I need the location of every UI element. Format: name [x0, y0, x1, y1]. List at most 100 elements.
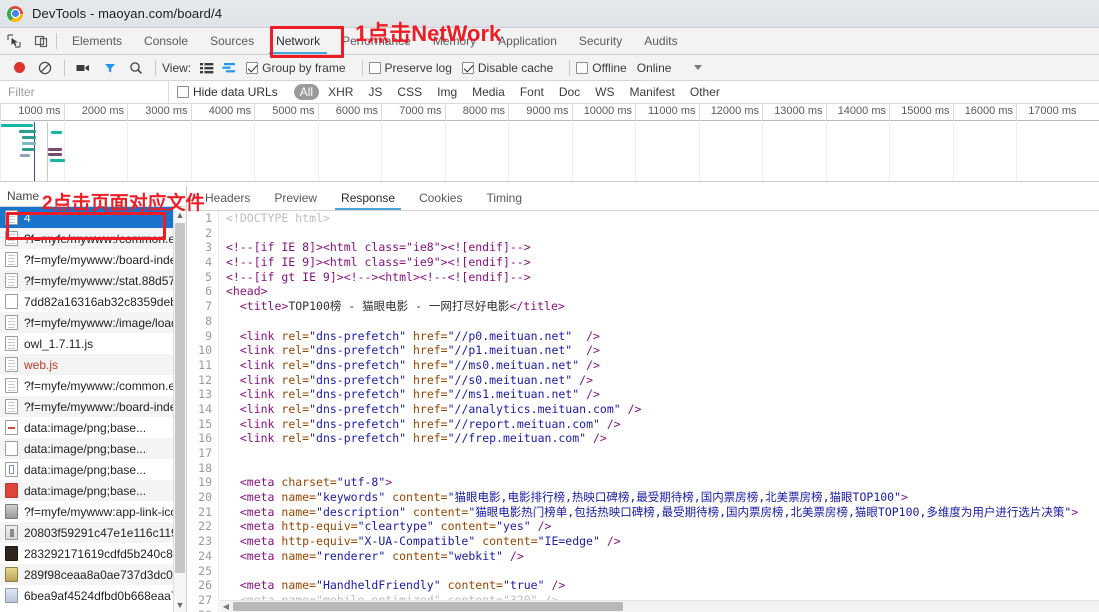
- scroll-left-arrow-icon[interactable]: ◀: [220, 602, 232, 611]
- request-row[interactable]: ?f=myfe/mywww:/common.ef.: [0, 228, 186, 249]
- code-line: 3 <!--[if IE 8]><html class="ie8"><![endi…: [187, 240, 1099, 256]
- offline-checkbox[interactable]: Offline: [576, 61, 627, 75]
- type-filter-css[interactable]: CSS: [391, 84, 428, 100]
- request-row[interactable]: data:image/png;base...: [0, 438, 186, 459]
- request-row[interactable]: data:image/png;base...: [0, 417, 186, 438]
- tab-console[interactable]: Console: [133, 28, 199, 54]
- tab-sources[interactable]: Sources: [199, 28, 265, 54]
- preserve-log-checkbox[interactable]: Preserve log: [368, 60, 452, 75]
- line-number: 22: [187, 519, 219, 535]
- detail-tab-timing[interactable]: Timing: [474, 186, 534, 210]
- type-filter-manifest[interactable]: Manifest: [624, 84, 681, 100]
- filter-bar: Hide data URLs AllXHRJSCSSImgMediaFontDo…: [0, 80, 1099, 104]
- code-token: href=: [412, 343, 448, 358]
- type-filter-all[interactable]: All: [293, 84, 320, 100]
- type-filter-doc[interactable]: Doc: [553, 84, 586, 100]
- tab-application[interactable]: Application: [487, 28, 568, 54]
- inspect-element-icon[interactable]: [0, 28, 27, 54]
- type-filter-media[interactable]: Media: [466, 84, 511, 100]
- request-row[interactable]: ?f=myfe/mywww:/image/load: [0, 312, 186, 333]
- response-horizontal-scrollbar[interactable]: ◀: [220, 600, 1099, 612]
- request-row[interactable]: 7dd82a16316ab32c8359debd.: [0, 291, 186, 312]
- tab-elements[interactable]: Elements: [61, 28, 133, 54]
- capture-screenshots-icon[interactable]: [71, 57, 97, 79]
- detail-tab-preview[interactable]: Preview: [262, 186, 329, 210]
- request-row[interactable]: web.js: [0, 354, 186, 375]
- code-line: 15 <link rel="dns-prefetch" href="//repo…: [187, 416, 1099, 432]
- code-token: <!--[if IE 9]>: [226, 255, 323, 270]
- line-number: 9: [187, 328, 219, 344]
- line-number: 12: [187, 372, 219, 388]
- request-row[interactable]: 20803f59291c47e1e116c1196.: [0, 522, 186, 543]
- chevron-down-icon[interactable]: [694, 65, 703, 70]
- code-line: 5 <!--[if gt IE 9]><!--><html><!--<![endi…: [187, 269, 1099, 285]
- request-row[interactable]: owl_1.7.11.js: [0, 333, 186, 354]
- tab-performance[interactable]: Performance: [331, 28, 422, 54]
- filter-input[interactable]: [0, 81, 168, 103]
- type-filter-xhr[interactable]: XHR: [322, 84, 359, 100]
- detail-tab-headers[interactable]: Headers: [193, 186, 262, 210]
- code-token: <html class="ie9">: [322, 255, 448, 270]
- tab-network[interactable]: Network: [265, 28, 331, 54]
- type-filter-ws[interactable]: WS: [589, 84, 620, 100]
- disable-cache-checkbox[interactable]: Disable cache: [461, 60, 554, 75]
- detail-tab-cookies[interactable]: Cookies: [407, 186, 474, 210]
- request-row[interactable]: ?f=myfe/mywww:app-link-ico.: [0, 501, 186, 522]
- disable-cache-label: Disable cache: [477, 60, 554, 75]
- hscrollbar-thumb[interactable]: [233, 602, 623, 611]
- request-row[interactable]: ?f=myfe/mywww:/board-index: [0, 249, 186, 270]
- code-token: "HandheldFriendly": [316, 578, 448, 593]
- tab-memory[interactable]: Memory: [422, 28, 487, 54]
- timeline-tick: 5000 ms: [254, 104, 318, 121]
- type-filter-js[interactable]: JS: [362, 84, 388, 100]
- tab-audits[interactable]: Audits: [633, 28, 688, 54]
- tab-security[interactable]: Security: [568, 28, 633, 54]
- request-list-scrollbar[interactable]: ▲ ▼: [173, 207, 186, 612]
- scroll-down-arrow-icon[interactable]: ▼: [174, 597, 186, 612]
- clear-icon[interactable]: [32, 57, 58, 79]
- request-row[interactable]: 283292171619cdfd5b240c8fd.: [0, 543, 186, 564]
- scrollbar-thumb[interactable]: [175, 223, 185, 573]
- preserve-log-label: Preserve log: [384, 60, 452, 75]
- request-row[interactable]: 6bea9af4524dfbd0b668eaa7e: [0, 585, 186, 606]
- detail-tab-response[interactable]: Response: [329, 186, 407, 210]
- network-overview[interactable]: 1000 ms 2000 ms 3000 ms 4000 ms 5000 ms 6000 …: [0, 104, 1099, 182]
- request-list-header[interactable]: Name: [0, 186, 186, 207]
- scroll-up-arrow-icon[interactable]: ▲: [174, 207, 186, 222]
- code-token: "dns-prefetch": [309, 357, 413, 372]
- code-token: <!--><html><!--: [343, 269, 448, 284]
- code-token: <meta: [239, 578, 282, 593]
- request-row[interactable]: data:image/png;base...: [0, 459, 186, 480]
- type-filter-font[interactable]: Font: [514, 84, 550, 100]
- image-icon: [5, 504, 18, 519]
- request-row[interactable]: ?f=myfe/mywww:/board-index: [0, 396, 186, 417]
- group-by-frame-checkbox[interactable]: Group by frame: [246, 61, 346, 75]
- search-icon[interactable]: [123, 57, 149, 79]
- throttling-value[interactable]: Online: [637, 61, 672, 75]
- type-filter-other[interactable]: Other: [684, 84, 726, 100]
- code-line-text: <link rel="dns-prefetch" href="//s0.meit…: [219, 373, 593, 388]
- code-token: charset=: [281, 475, 337, 490]
- hide-data-urls-checkbox[interactable]: Hide data URLs: [177, 85, 278, 99]
- response-body-viewer[interactable]: 1 <!DOCTYPE html> 2 3 <!--[if IE 8]><html cl…: [187, 211, 1099, 612]
- view-waterfall-icon[interactable]: [218, 58, 240, 78]
- detail-tab-bar: Headers Preview Response Cookies Timing: [187, 186, 1099, 211]
- filter-funnel-icon[interactable]: [97, 57, 123, 79]
- code-line: 11 <link rel="dns-prefetch" href="//ms0.…: [187, 357, 1099, 373]
- code-token: rel=: [281, 372, 310, 387]
- toggle-device-toolbar-icon[interactable]: [27, 28, 54, 54]
- request-row[interactable]: data:image/png;base...: [0, 480, 186, 501]
- type-filter-img[interactable]: Img: [431, 84, 463, 100]
- code-line-text: <meta name="description" content="猫眼电影热门…: [219, 505, 1078, 520]
- code-line-text: <link rel="dns-prefetch" href="//report.…: [219, 417, 621, 432]
- view-list-icon[interactable]: [196, 58, 218, 78]
- request-row[interactable]: ?f=myfe/mywww:/stat.88d57c: [0, 270, 186, 291]
- request-row[interactable]: 4: [0, 207, 186, 228]
- code-token: "keywords": [316, 490, 393, 505]
- request-row[interactable]: 289f98ceaa8a0ae737d3dc01cc: [0, 564, 186, 585]
- timeline-tick: 13000 ms: [762, 104, 826, 121]
- record-stop-icon[interactable]: [6, 57, 32, 79]
- request-row[interactable]: ?f=myfe/mywww:/common.ee: [0, 375, 186, 396]
